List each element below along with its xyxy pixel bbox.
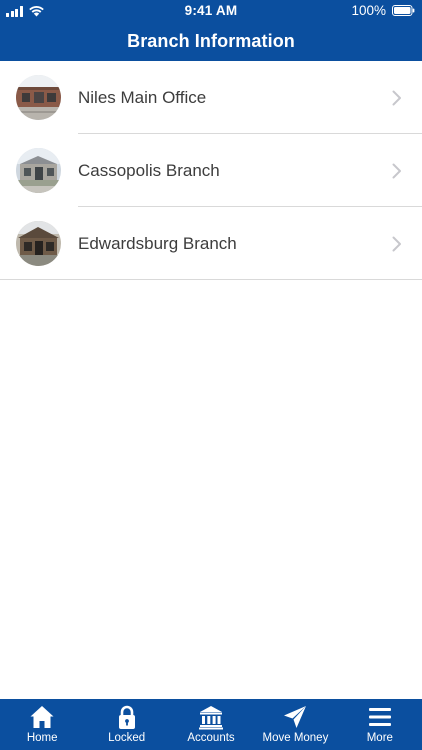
- branch-name: Cassopolis Branch: [78, 161, 220, 180]
- lock-icon: [118, 705, 135, 729]
- tab-move-money[interactable]: Move Money: [253, 699, 337, 750]
- tab-locked[interactable]: Locked: [84, 699, 168, 750]
- branch-list: Niles Main Office Cassopolis Branch Edwa…: [0, 61, 422, 280]
- chevron-right-icon: [392, 163, 401, 179]
- home-icon: [30, 706, 54, 728]
- tab-label: Locked: [108, 732, 146, 744]
- tab-bar: Home Locked Accounts Move Money More: [0, 699, 422, 750]
- branch-row-edwardsburg[interactable]: Edwardsburg Branch: [0, 207, 422, 280]
- niles-building-photo: [16, 75, 61, 120]
- app-header: 9:41 AM 100% Branch Information: [0, 0, 422, 61]
- status-bar: 9:41 AM 100%: [0, 0, 422, 22]
- row-divider: [0, 279, 422, 280]
- chevron-right-icon: [392, 90, 401, 106]
- cassopolis-building-photo: [16, 148, 61, 193]
- tab-label: More: [366, 732, 393, 744]
- tab-label: Home: [26, 732, 58, 744]
- tab-accounts[interactable]: Accounts: [169, 699, 253, 750]
- tab-label: Accounts: [187, 732, 235, 744]
- bank-icon: [199, 706, 224, 730]
- tab-more[interactable]: More: [338, 699, 422, 750]
- branch-name: Edwardsburg Branch: [78, 234, 237, 253]
- menu-icon: [368, 708, 391, 726]
- battery-icon: [392, 5, 415, 16]
- edwardsburg-building-photo: [16, 221, 61, 266]
- page-title: Branch Information: [127, 31, 295, 51]
- app-screen: 9:41 AM 100% Branch Information Niles Ma…: [0, 0, 422, 750]
- branch-name: Niles Main Office: [78, 88, 207, 107]
- tab-label: Move Money: [262, 732, 329, 744]
- tab-home[interactable]: Home: [0, 699, 84, 750]
- send-icon: [284, 706, 307, 728]
- battery-percent: 100%: [351, 3, 386, 18]
- chevron-right-icon: [392, 236, 401, 252]
- branch-row-niles[interactable]: Niles Main Office: [0, 61, 422, 134]
- branch-row-cassopolis[interactable]: Cassopolis Branch: [0, 134, 422, 207]
